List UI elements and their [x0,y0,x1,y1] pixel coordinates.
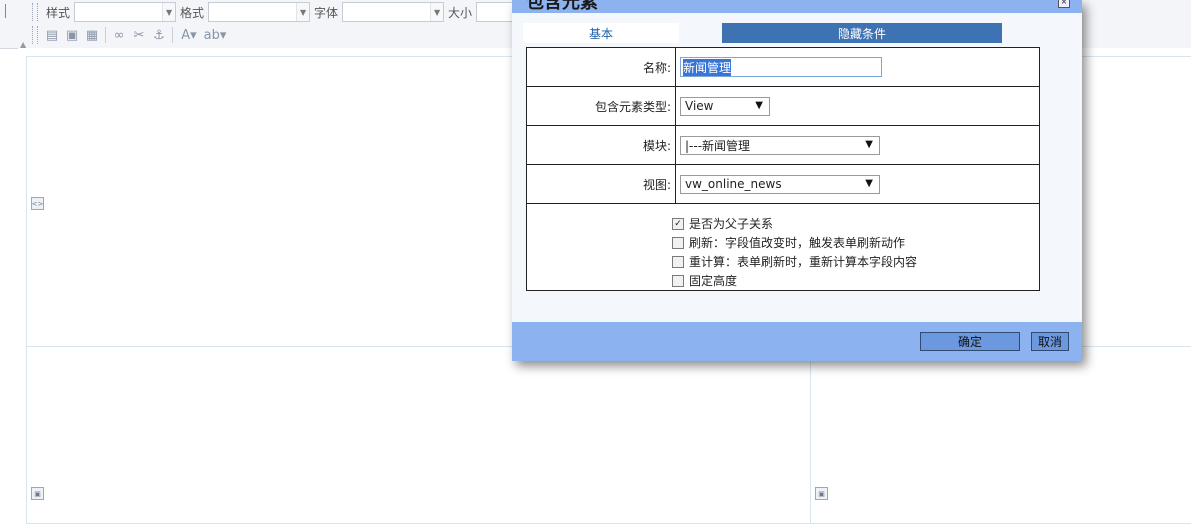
name-cell: 新闻管理 [675,47,1040,87]
font-combo[interactable]: ▼ [342,2,445,22]
view-label: 视图: [526,164,676,204]
checkbox-icon[interactable] [672,236,684,249]
type-select-value: View [685,99,714,113]
chevron-down-icon[interactable]: ▼ [162,3,176,21]
checkbox-label: 重计算：表单刷新时，重新计算本字段内容 [689,255,918,269]
bg-color-icon[interactable]: ab▾ [202,26,228,44]
include-element-dialog: 包含元素 × 基本 隐藏条件 名称: 新闻管理 包含元素类型: View ▼ 模… [512,0,1082,361]
checkbox-label: 固定高度 [689,274,738,288]
format-combo[interactable]: ▼ [208,2,311,22]
dialog-footer: 确定 取消 [512,322,1082,361]
view-row: 视图: vw_online_news ▼ [526,164,1040,204]
name-input-value: 新闻管理 [683,58,732,76]
caret-up-icon: ▲ [20,40,27,49]
type-cell: View ▼ [675,86,1040,126]
image-icon[interactable]: ▣ [815,487,828,500]
style-combo-value [75,3,162,21]
checkbox-parent-child[interactable]: ✓ 是否为父子关系 [672,214,1039,233]
chevron-down-icon[interactable]: ▼ [296,3,310,21]
checkbox-refresh[interactable]: 刷新：字段值改变时，触发表单刷新动作 [672,233,1039,252]
chevron-down-icon[interactable]: ▼ [430,3,444,21]
style-combo[interactable]: ▼ [74,2,177,22]
tab-basic[interactable]: 基本 [523,23,679,43]
module-row: 模块: |---新闻管理 ▼ [526,125,1040,165]
anchor-icon[interactable]: ⚓ [149,26,169,44]
dropdown-arrow-icon: ▼ [865,138,873,150]
dropdown-arrow-icon: ▼ [755,99,763,111]
checkbox-label: 刷新：字段值改变时，触发表单刷新动作 [689,236,906,250]
text-color-icon[interactable]: A▾ [176,26,202,44]
format-label: 格式 [180,5,205,20]
type-select[interactable]: View ▼ [680,96,770,116]
style-label: 样式 [46,5,71,20]
ok-button[interactable]: 确定 [920,332,1020,351]
options-row: ✓ 是否为父子关系 刷新：字段值改变时，触发表单刷新动作 重计算：表单刷新时，重… [526,203,1040,291]
toolbar-divider [105,27,106,43]
type-label: 包含元素类型: [526,86,676,126]
dialog-title: 包含元素 [526,0,598,13]
size-label: 大小 [448,5,473,20]
include-pane-bottom-right[interactable]: ▣ [810,346,1191,524]
include-pane-bottom-left[interactable]: ▣ [26,346,811,524]
name-label: 名称: [526,47,676,87]
type-row: 包含元素类型: View ▼ [526,86,1040,126]
cancel-button[interactable]: 取消 [1031,332,1069,351]
close-icon[interactable]: × [1058,0,1070,8]
checkbox-checked-icon[interactable]: ✓ [672,217,684,230]
view-select[interactable]: vw_online_news ▼ [680,174,880,194]
options-cell: ✓ 是否为父子关系 刷新：字段值改变时，触发表单刷新动作 重计算：表单刷新时，重… [526,203,1040,291]
format-combo-value [209,3,296,21]
font-combo-value [343,3,430,21]
image-icon[interactable]: ▣ [31,487,44,500]
tab-hidden-condition[interactable]: 隐藏条件 [722,23,1002,43]
checkbox-list: ✓ 是否为父子关系 刷新：字段值改变时，触发表单刷新动作 重计算：表单刷新时，重… [672,214,1039,290]
module-cell: |---新闻管理 ▼ [675,125,1040,165]
toolbar-row-tools: ▤ ▣ ▦ ∞ ✂ ⚓ A▾ ab▾ [32,24,228,46]
link-icon[interactable]: ∞ [109,26,129,44]
checkbox-icon[interactable] [672,255,684,268]
module-select[interactable]: |---新闻管理 ▼ [680,135,880,155]
toolbar-grip[interactable] [32,26,38,44]
checkbox-recalculate[interactable]: 重计算：表单刷新时，重新计算本字段内容 [672,252,1039,271]
name-input[interactable]: 新闻管理 [680,57,882,77]
toolbar-edge [5,4,8,18]
dialog-body: 基本 隐藏条件 名称: 新闻管理 包含元素类型: View ▼ 模块: |---… [512,13,1082,322]
font-label: 字体 [314,5,339,20]
name-row: 名称: 新闻管理 [526,47,1040,87]
source-icon[interactable]: ▣ [62,26,82,44]
dialog-form: 名称: 新闻管理 包含元素类型: View ▼ 模块: |---新闻管理 ▼ 视… [526,47,1040,291]
module-select-value: |---新闻管理 [685,138,751,153]
toolbar-row-format: 样式 ▼ 格式 ▼ 字体 ▼ 大小 [32,1,519,23]
dropdown-arrow-icon: ▼ [865,177,873,189]
checkbox-icon[interactable] [672,274,684,287]
preview-icon[interactable]: ▦ [82,26,102,44]
code-icon[interactable]: <> [31,197,44,210]
checkbox-fixed-height[interactable]: 固定高度 [672,271,1039,290]
checkbox-label: 是否为父子关系 [689,217,774,231]
view-select-value: vw_online_news [685,177,782,191]
toolbar-grip[interactable] [32,3,38,21]
view-cell: vw_online_news ▼ [675,164,1040,204]
unlink-icon[interactable]: ✂ [129,26,149,44]
template-icon[interactable]: ▤ [42,26,62,44]
module-label: 模块: [526,125,676,165]
toolbar-divider [172,27,173,43]
